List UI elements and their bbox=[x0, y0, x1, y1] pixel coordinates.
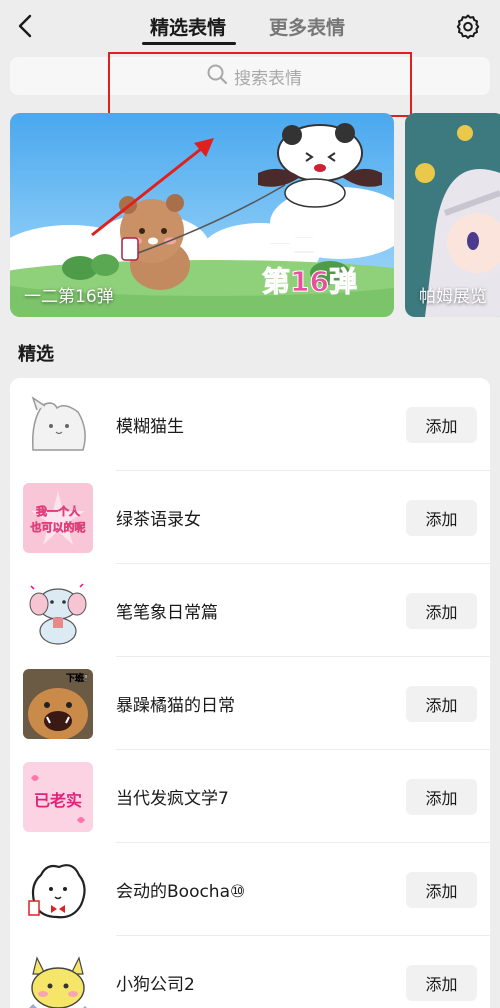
search-placeholder: 搜索表情 bbox=[234, 68, 302, 89]
search-content: 搜索表情 bbox=[206, 63, 302, 89]
sticker-name: 当代发疯文学7 bbox=[116, 789, 229, 809]
banner-title: 一二第16弹 bbox=[24, 287, 114, 307]
add-button[interactable]: 添加 bbox=[406, 965, 477, 1001]
thumb-text-line-2: 也可以的呢 bbox=[31, 520, 86, 534]
green-tea-quote-icon: 我一个人 也可以的呢 bbox=[23, 483, 93, 553]
sticker-name: 会动的Boocha⑩ bbox=[116, 882, 246, 902]
banner-yi-er-16[interactable]: 一二 第16弹 一二第16弹 bbox=[10, 113, 394, 317]
banner-art-text-top: 一二 bbox=[268, 231, 316, 259]
banner-pam-exhibition[interactable]: 帕姆展览 bbox=[405, 113, 500, 317]
add-button[interactable]: 添加 bbox=[406, 593, 477, 629]
section-title-featured: 精选 bbox=[18, 344, 54, 365]
sticker-name: 小狗公司2 bbox=[116, 975, 195, 995]
list-item[interactable]: 下班! 暴躁橘猫的日常 添加 bbox=[10, 657, 490, 750]
search-icon bbox=[206, 63, 228, 89]
orange-cat-icon: 下班! bbox=[23, 669, 93, 739]
gear-icon[interactable] bbox=[455, 13, 481, 39]
list-item[interactable]: 会动的Boocha⑩ 添加 bbox=[10, 843, 490, 936]
banner-art-text-bottom: 第16弹 bbox=[262, 265, 357, 298]
add-button[interactable]: 添加 bbox=[406, 872, 477, 908]
sticker-name: 暴躁橘猫的日常 bbox=[116, 696, 235, 716]
list-item[interactable]: 已老实 当代发疯文学7 添加 bbox=[10, 750, 490, 843]
tab-more-stickers[interactable]: 更多表情 bbox=[269, 13, 345, 40]
sticker-list: 模糊猫生 添加 我一个人 也可以的呢 绿茶语录女 添加 笔笔象日常篇 添加 下班… bbox=[10, 378, 490, 1008]
add-button[interactable]: 添加 bbox=[406, 779, 477, 815]
top-nav-bar: 精选表情 更多表情 bbox=[0, 0, 500, 52]
boocha-dog-icon bbox=[23, 855, 93, 925]
sticker-name: 模糊猫生 bbox=[116, 417, 184, 437]
search-input[interactable]: 搜索表情 bbox=[10, 57, 490, 95]
list-item[interactable]: 笔笔象日常篇 添加 bbox=[10, 564, 490, 657]
sticker-name: 绿茶语录女 bbox=[116, 510, 201, 530]
banner-title: 帕姆展览 bbox=[419, 287, 487, 307]
puppy-company-icon bbox=[23, 948, 93, 1008]
thumb-text-line-1: 已老实 bbox=[34, 791, 82, 810]
sticker-name: 笔笔象日常篇 bbox=[116, 603, 218, 623]
elephant-icon bbox=[23, 576, 93, 646]
thumb-text-line-1: 下班! bbox=[66, 672, 88, 684]
tab-bar: 精选表情 更多表情 bbox=[0, 0, 500, 52]
add-button[interactable]: 添加 bbox=[406, 407, 477, 443]
add-button[interactable]: 添加 bbox=[406, 686, 477, 722]
crazy-literature-icon: 已老实 bbox=[23, 762, 93, 832]
list-item[interactable]: 模糊猫生 添加 bbox=[10, 378, 490, 471]
list-item[interactable]: 我一个人 也可以的呢 绿茶语录女 添加 bbox=[10, 471, 490, 564]
add-button[interactable]: 添加 bbox=[406, 500, 477, 536]
active-tab-indicator bbox=[142, 42, 236, 45]
thumb-text-line-1: 我一个人 bbox=[36, 504, 81, 518]
blurry-cat-icon bbox=[23, 390, 93, 460]
list-item[interactable]: 小狗公司2 添加 bbox=[10, 936, 490, 1008]
tab-featured-stickers[interactable]: 精选表情 bbox=[150, 13, 226, 40]
